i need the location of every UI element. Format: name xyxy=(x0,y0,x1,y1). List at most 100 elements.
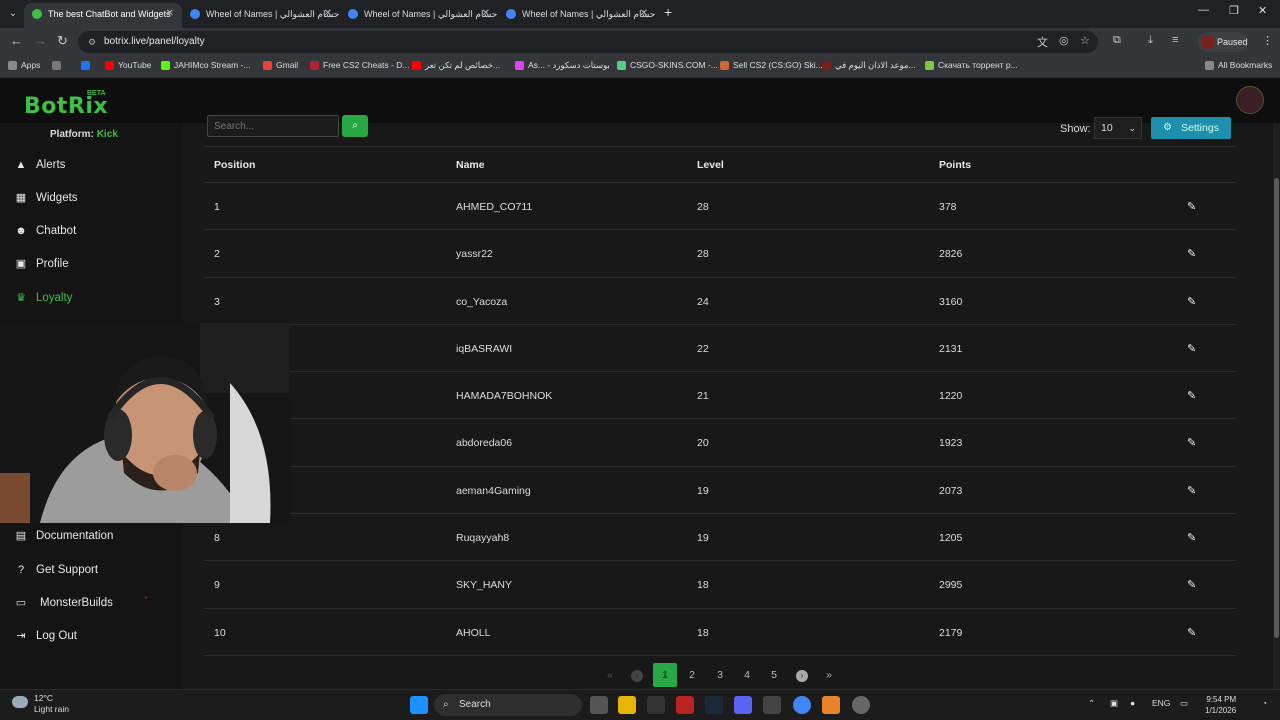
profile-button[interactable]: Paused xyxy=(1198,32,1248,52)
user-avatar[interactable] xyxy=(1236,86,1264,114)
edit-pencil-icon[interactable]: ✎ xyxy=(1187,342,1196,355)
cell-position: 3 xyxy=(214,295,220,308)
microphone-icon[interactable]: ● xyxy=(1130,698,1135,708)
windows-start-icon[interactable] xyxy=(410,696,428,714)
edit-pencil-icon[interactable]: ✎ xyxy=(1187,389,1196,402)
site-info-icon[interactable]: ⚙ xyxy=(88,31,96,53)
tab-close-icon[interactable]: ✕ xyxy=(482,3,490,25)
bookmark-item[interactable]: CSGO-SKINS.COM -... xyxy=(617,60,718,70)
settings-button[interactable]: ⚙ Settings xyxy=(1151,117,1231,139)
more-menu-icon[interactable]: ⋮ xyxy=(1262,34,1273,47)
back-icon[interactable]: ← xyxy=(10,33,23,48)
tab-close-icon[interactable]: ✕ xyxy=(640,3,648,25)
app-icon[interactable] xyxy=(852,696,870,714)
search-input[interactable] xyxy=(207,115,339,137)
edit-pencil-icon[interactable]: ✎ xyxy=(1187,578,1196,591)
extensions-icon[interactable]: ⧉ xyxy=(1113,34,1121,47)
sidebar-item-profile[interactable]: ▣ Profile xyxy=(14,254,69,274)
new-tab-button[interactable]: + xyxy=(664,4,672,20)
bookmark-item[interactable]: Apps xyxy=(8,60,40,70)
translate-icon[interactable]: 文 xyxy=(1037,34,1048,50)
next-page-icon[interactable]: › xyxy=(790,663,814,687)
browser-tab[interactable]: The best ChatBot and Widgets ✕ xyxy=(24,3,182,28)
bookmark-item[interactable]: موعد الاذان اليوم في... xyxy=(822,60,916,71)
browser-tab[interactable]: Wheel of Names | حسام العشوالي ✕ xyxy=(498,3,656,28)
notifications-icon[interactable]: ◔ xyxy=(1262,698,1267,708)
taskbar-search[interactable]: ⌕ Search xyxy=(434,694,582,716)
bookmark-item[interactable]: Скачать торрент р... xyxy=(925,60,1018,70)
page-button-2[interactable]: 2 xyxy=(680,663,704,687)
edit-pencil-icon[interactable]: ✎ xyxy=(1187,436,1196,449)
bookmark-item[interactable]: YouTube xyxy=(105,60,151,70)
tab-search-button[interactable]: ⌄ xyxy=(4,6,22,22)
tab-close-icon[interactable]: ✕ xyxy=(166,3,174,25)
reload-icon[interactable]: ↻ xyxy=(57,33,68,49)
network-icon[interactable]: ▭ xyxy=(1180,698,1188,709)
column-header-level[interactable]: Level xyxy=(697,159,724,171)
eye-off-icon[interactable]: ◎ xyxy=(1059,34,1069,47)
column-header-name[interactable]: Name xyxy=(456,159,485,171)
sidebar-item-widgets[interactable]: ▦ Widgets xyxy=(14,188,78,208)
bookmark-item[interactable]: Gmail xyxy=(263,60,298,70)
sidebar-item-monsterbuilds[interactable]: ▭ MonsterBuilds xyxy=(14,593,113,613)
sidebar-item-documentation[interactable]: ▤ Documentation xyxy=(14,526,114,546)
column-header-points[interactable]: Points xyxy=(939,159,971,171)
tab-close-icon[interactable]: ✕ xyxy=(324,3,332,25)
all-bookmarks[interactable]: All Bookmarks xyxy=(1205,60,1272,70)
discord-icon[interactable] xyxy=(734,696,752,714)
bookmark-item[interactable]: Free CS2 Cheats - D... xyxy=(310,60,409,70)
first-page-icon[interactable]: « xyxy=(598,663,622,687)
edit-pencil-icon[interactable]: ✎ xyxy=(1187,200,1196,213)
sidebar-item-alerts[interactable]: ▲ Alerts xyxy=(14,155,66,175)
minimize-icon[interactable]: — xyxy=(1198,4,1209,16)
steam-icon[interactable] xyxy=(705,696,723,714)
app-icon[interactable] xyxy=(763,696,781,714)
task-view-icon[interactable] xyxy=(590,696,608,714)
url-bar[interactable]: ⚙ botrix.live/panel/loyalty xyxy=(78,31,1098,53)
sidebar-item-chatbot[interactable]: ☻ Chatbot xyxy=(14,221,76,241)
windows-taskbar: 12°C Light rain ⌕ Search ⌃ ▣ ● ENG ▭ ♪ 9… xyxy=(0,689,1280,720)
app-icon[interactable] xyxy=(822,696,840,714)
grid-icon xyxy=(52,61,61,70)
edit-pencil-icon[interactable]: ✎ xyxy=(1187,531,1196,544)
app-icon[interactable] xyxy=(676,696,694,714)
page-button-5[interactable]: 5 xyxy=(762,663,786,687)
app-logo[interactable]: BotRix xyxy=(24,94,108,119)
app-icon[interactable] xyxy=(647,696,665,714)
download-icon[interactable]: ⤓ xyxy=(1148,34,1153,47)
tray-overflow-icon[interactable]: ⌃ xyxy=(1088,698,1095,709)
column-header-position[interactable]: Position xyxy=(214,159,255,171)
edit-pencil-icon[interactable]: ✎ xyxy=(1187,626,1196,639)
window-close-icon[interactable]: ✕ xyxy=(1258,4,1267,17)
edit-pencil-icon[interactable]: ✎ xyxy=(1187,484,1196,497)
browser-tab[interactable]: Wheel of Names | حسام العشوالي ✕ xyxy=(182,3,340,28)
tray-app-icon[interactable]: ▣ xyxy=(1110,698,1118,709)
chrome-icon[interactable] xyxy=(793,696,811,714)
search-button[interactable]: ⌕ xyxy=(342,115,368,137)
bookmark-item[interactable]: As... - بوستات دسكورد xyxy=(515,60,610,71)
media-icon[interactable]: ≡ xyxy=(1172,34,1178,46)
page-button-3[interactable]: 3 xyxy=(708,663,732,687)
last-page-icon[interactable]: » xyxy=(817,663,841,687)
star-icon[interactable]: ☆ xyxy=(1080,34,1090,47)
weather-widget[interactable]: 12°C Light rain xyxy=(12,693,69,715)
page-size-select[interactable]: 10 ⌄ xyxy=(1094,117,1142,139)
sidebar-item-get-support[interactable]: ? Get Support xyxy=(14,560,98,580)
language-indicator[interactable]: ENG xyxy=(1152,698,1170,708)
restore-icon[interactable]: ❐ xyxy=(1229,4,1239,17)
edit-pencil-icon[interactable]: ✎ xyxy=(1187,247,1196,260)
sidebar-item-log-out[interactable]: ⇥ Log Out xyxy=(14,626,77,646)
browser-tab[interactable]: Wheel of Names | حسام العشوالي ✕ xyxy=(340,3,498,28)
bookmark-item[interactable]: Sell CS2 (CS:GO) Ski... xyxy=(720,60,823,70)
file-explorer-icon[interactable] xyxy=(618,696,636,714)
edit-pencil-icon[interactable]: ✎ xyxy=(1187,295,1196,308)
scrollbar-thumb[interactable] xyxy=(1274,178,1279,638)
forward-icon[interactable]: → xyxy=(34,33,47,48)
bookmark-item[interactable]: JAHIMco Stream -... xyxy=(161,60,251,70)
page-button-1[interactable]: 1 xyxy=(653,663,677,687)
bookmark-item[interactable]: خصائص لم تكن تعر... xyxy=(412,60,500,71)
system-clock[interactable]: 9:54 PM 1/1/2026 xyxy=(1205,694,1236,716)
sidebar-item-loyalty[interactable]: ♛ Loyalty xyxy=(14,288,72,308)
prev-page-icon[interactable]: ‹ xyxy=(625,663,649,687)
page-button-4[interactable]: 4 xyxy=(735,663,759,687)
